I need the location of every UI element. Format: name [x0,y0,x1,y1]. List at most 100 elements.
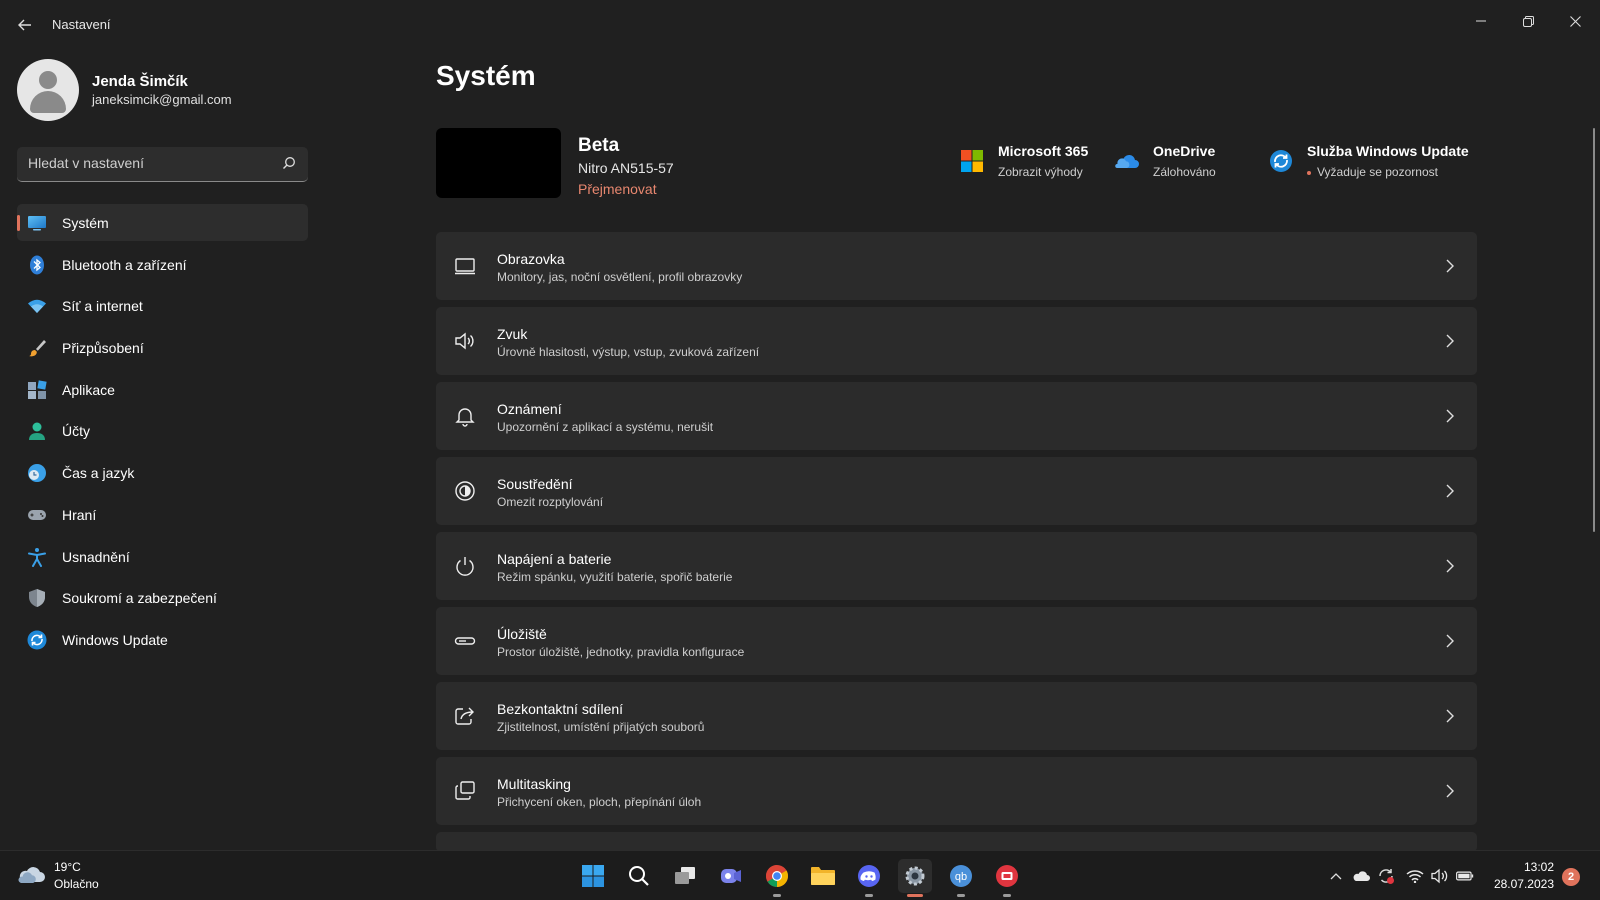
sidebar-item-label: Síť a internet [62,298,143,315]
search-input[interactable] [28,155,268,171]
cloudy-weather-icon[interactable] [18,863,46,885]
running-indicator [865,894,873,897]
discord-app[interactable] [852,859,886,897]
weather-temperature[interactable]: 19°C [54,860,81,874]
tray-onedrive[interactable] [1352,867,1370,885]
task-view-button[interactable] [668,859,702,893]
weather-condition[interactable]: Oblačno [54,877,99,891]
tray-overflow-button[interactable] [1327,867,1345,885]
settings-app[interactable] [898,859,932,897]
sidebar-item-accessibility[interactable]: Usnadnění [17,538,308,575]
nearby-sharing-card[interactable]: Bezkontaktní sdílení Zjistitelnost, umís… [436,682,1477,750]
sidebar-item-apps[interactable]: Aplikace [17,371,308,408]
speaker-icon [455,332,474,350]
sidebar-item-windows-update[interactable]: Windows Update [17,621,308,658]
avatar[interactable] [17,59,79,121]
chevron-right-icon [1446,634,1454,648]
device-name: Beta [578,135,620,156]
qbittorrent-app[interactable]: qb [944,859,978,897]
back-button[interactable] [14,14,36,36]
tray-wifi[interactable] [1406,867,1424,885]
card-title: Úložiště [497,626,547,642]
tray-volume[interactable] [1431,867,1449,885]
settings-gear-icon [905,866,925,886]
sidebar: Jenda Šimčík janeksimcik@gmail.com Systé… [0,50,320,850]
sidebar-item-network[interactable]: Síť a internet [17,287,308,324]
chat-icon [721,869,741,883]
sidebar-item-accounts[interactable]: Účty [17,412,308,449]
chevron-right-icon [1446,784,1454,798]
battery-icon [1456,871,1474,881]
sidebar-item-gaming[interactable]: Hraní [17,496,308,533]
chevron-right-icon [1446,484,1454,498]
card-subtitle: Přichycení oken, ploch, přepínání úloh [497,795,702,809]
attention-dot [1307,170,1311,175]
windows-update-tile[interactable]: Služba Windows Update Vyžaduje se pozorn… [1269,143,1479,183]
bell-icon [455,408,475,427]
clock-time[interactable]: 13:02 [1524,860,1554,874]
wifi-icon [1406,870,1424,883]
start-button[interactable] [576,859,610,893]
onedrive-icon [1115,154,1139,168]
sidebar-item-system[interactable]: Systém [17,204,308,241]
notification-badge[interactable]: 2 [1562,868,1580,886]
sidebar-item-personalization[interactable]: Přizpůsobení [17,329,308,366]
title-bar: Nastavení [0,0,1600,50]
focus-settings-card[interactable]: Soustředění Omezit rozptylování [436,457,1477,525]
onedrive-tile[interactable]: OneDrive Zálohováno [1115,143,1255,183]
next-settings-card[interactable] [436,832,1477,852]
sidebar-item-label: Systém [62,215,109,231]
file-explorer-app[interactable] [806,859,840,893]
restore-button[interactable] [1505,6,1551,36]
microsoft-365-icon [961,150,983,172]
tile-title: Služba Windows Update [1307,143,1469,159]
sound-settings-card[interactable]: Zvuk Úrovně hlasitosti, výstup, vstup, z… [436,307,1477,375]
chevron-up-icon [1330,873,1342,880]
microsoft-365-tile[interactable]: Microsoft 365 Zobrazit výhody [960,143,1110,183]
gamepad-icon [28,509,46,520]
tile-subtitle: Vyžaduje se pozornost [1307,165,1438,179]
notifications-settings-card[interactable]: Oznámení Upozornění z aplikací a systému… [436,382,1477,450]
tile-title: Microsoft 365 [998,143,1089,159]
focus-icon [455,481,475,501]
sidebar-item-privacy[interactable]: Soukromí a zabezpečení [17,579,308,616]
taskbar-search-button[interactable] [622,859,656,893]
display-settings-card[interactable]: Obrazovka Monitory, jas, noční osvětlení… [436,232,1477,300]
storage-settings-card[interactable]: Úložiště Prostor úložiště, jednotky, pra… [436,607,1477,675]
clock-date[interactable]: 28.07.2023 [1494,877,1554,891]
power-settings-card[interactable]: Napájení a baterie Režim spánku, využití… [436,532,1477,600]
restore-icon [1522,15,1534,27]
sidebar-item-label: Přizpůsobení [62,340,144,357]
tile-title: OneDrive [1153,143,1216,159]
multitasking-card[interactable]: Multitasking Přichycení oken, ploch, pře… [436,757,1477,825]
user-email: janeksimcik@gmail.com [92,92,232,107]
running-indicator [1003,894,1011,897]
time-language-icon [28,464,46,483]
scrollbar[interactable] [1593,128,1595,532]
search-icon[interactable] [282,156,296,170]
close-button[interactable] [1552,6,1598,36]
running-indicator [957,894,965,897]
wifi-icon [28,300,46,314]
tray-battery[interactable] [1456,867,1474,885]
search-box[interactable] [17,147,308,182]
sidebar-item-bluetooth[interactable]: Bluetooth a zařízení [17,246,308,283]
onedrive-icon [1353,871,1370,881]
folder-icon [811,867,835,885]
card-subtitle: Zjistitelnost, umístění přijatých soubor… [497,720,705,734]
minimize-button[interactable] [1458,6,1504,36]
device-wallpaper-preview [436,128,561,198]
card-subtitle: Úrovně hlasitosti, výstup, vstup, zvukov… [497,345,760,359]
sidebar-item-time-language[interactable]: Čas a jazyk [17,454,308,491]
tray-sync[interactable] [1377,867,1395,885]
card-subtitle: Monitory, jas, noční osvětlení, profil o… [497,270,743,284]
red-app[interactable] [990,859,1024,897]
close-icon [1569,15,1581,27]
chrome-app[interactable] [760,859,794,897]
sidebar-item-label: Usnadnění [62,548,130,565]
rename-link[interactable]: Přejmenovat [578,181,657,197]
tile-subtitle: Zálohováno [1153,165,1216,179]
teams-chat-button[interactable] [714,859,748,893]
search-icon [629,866,649,886]
storage-icon [454,637,476,645]
